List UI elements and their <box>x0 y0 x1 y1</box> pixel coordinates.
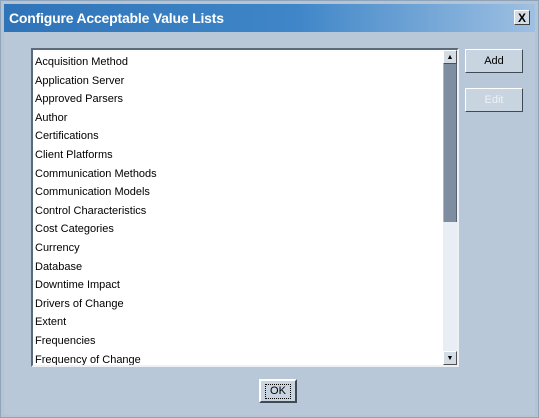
scroll-up-arrow-icon: ▲ <box>446 53 454 61</box>
list-item[interactable]: Extent <box>33 313 441 332</box>
list-item[interactable]: Certifications <box>33 127 441 146</box>
list-item[interactable]: Downtime Impact <box>33 276 441 295</box>
list-item[interactable]: Frequencies <box>33 332 441 351</box>
list-item[interactable]: Application Server <box>33 72 441 91</box>
add-button[interactable]: Add <box>465 49 523 73</box>
list-item[interactable]: Frequency of Change <box>33 351 441 366</box>
dialog-title: Configure Acceptable Value Lists <box>9 10 224 26</box>
value-lists-listbox[interactable]: Acquisition Method Application Server Appr… <box>31 48 459 367</box>
vertical-scrollbar[interactable]: ▲ ▼ <box>443 50 457 365</box>
ok-button-label: OK <box>265 383 291 399</box>
scrollbar-thumb[interactable] <box>443 64 457 222</box>
list-item[interactable]: Currency <box>33 239 441 258</box>
scroll-up-button[interactable]: ▲ <box>443 50 457 64</box>
scroll-down-button[interactable]: ▼ <box>443 351 457 365</box>
list-item[interactable]: Acquisition Method <box>33 53 441 72</box>
dialog-body: Acquisition Method Application Server Appr… <box>4 32 535 415</box>
list-item[interactable]: Database <box>33 258 441 277</box>
ok-button[interactable]: OK <box>259 379 297 403</box>
close-icon: X <box>517 10 526 25</box>
list-item[interactable]: Client Platforms <box>33 146 441 165</box>
close-button[interactable]: X <box>514 10 530 25</box>
configure-acceptable-value-lists-dialog: Configure Acceptable Value Lists X Acqui… <box>0 0 539 418</box>
list-item[interactable]: Drivers of Change <box>33 295 441 314</box>
list-item[interactable]: Approved Parsers <box>33 90 441 109</box>
title-bar[interactable]: Configure Acceptable Value Lists X <box>4 4 535 32</box>
list-item[interactable]: Author <box>33 109 441 128</box>
scroll-down-arrow-icon: ▼ <box>446 354 454 362</box>
list-item[interactable]: Control Characteristics <box>33 202 441 221</box>
list-item[interactable]: Cost Categories <box>33 220 441 239</box>
list-item[interactable]: Communication Methods <box>33 165 441 184</box>
value-lists-items: Acquisition Method Application Server Appr… <box>33 53 441 365</box>
edit-button[interactable]: Edit <box>465 88 523 112</box>
list-item[interactable]: Communication Models <box>33 183 441 202</box>
